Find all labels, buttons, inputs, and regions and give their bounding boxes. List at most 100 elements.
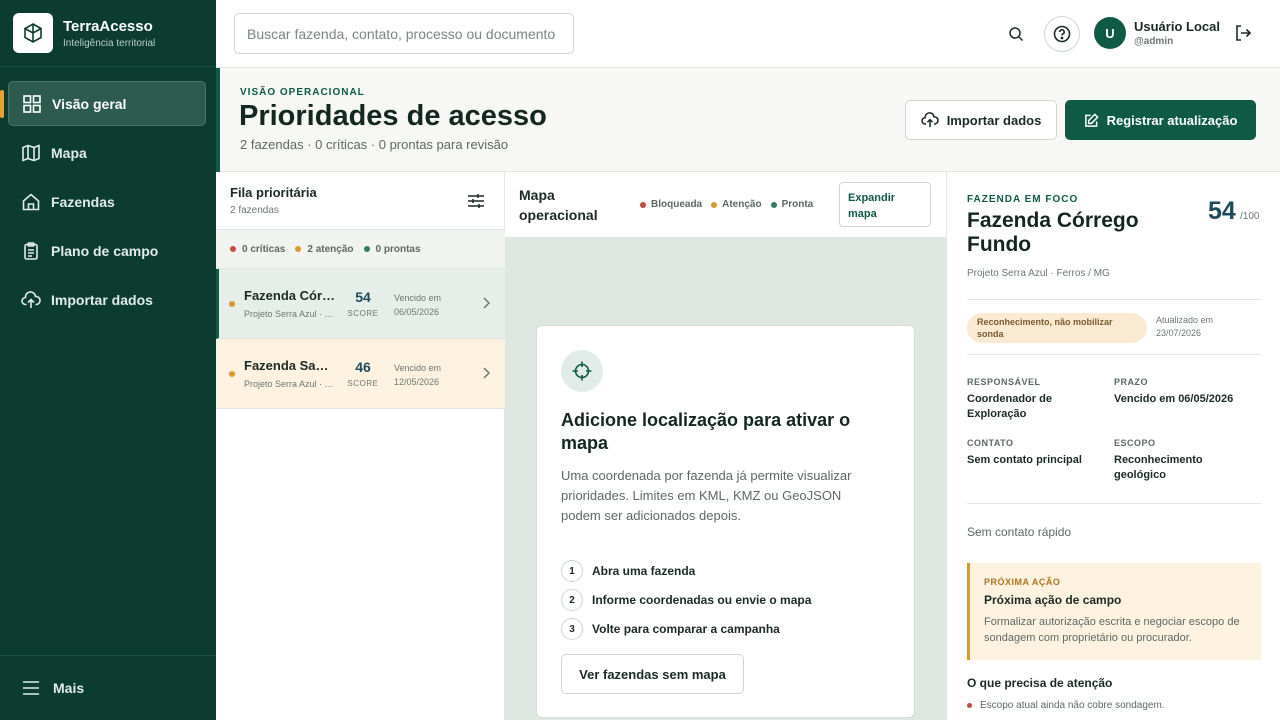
avatar[interactable]: U — [1094, 17, 1126, 49]
due-label: Vencido em — [394, 293, 442, 303]
next-action-title: Próxima ação de campo — [984, 593, 1122, 607]
contato-label: CONTATO — [967, 438, 1014, 448]
map-panel: Mapa operacional Bloqueada Atenção Pront… — [505, 172, 946, 720]
due-label: Vencido em — [394, 363, 442, 373]
status-dot — [967, 703, 972, 708]
detail-score: 54 — [1208, 197, 1236, 225]
status-dot — [295, 246, 302, 252]
farm-project: Projeto Serra Azul · Ferros / MG — [244, 309, 334, 319]
chevron-right-icon — [479, 296, 493, 310]
chevron-right-icon — [479, 366, 493, 380]
map-card-text: Uma coordenada por fazenda já permite vi… — [561, 468, 852, 523]
detail-score-max: /100 — [1240, 211, 1260, 222]
sidebar-item-label: Plano de campo — [51, 242, 159, 259]
list-item[interactable]: Fazenda Santa Rita Projeto Serra Azul · … — [216, 339, 505, 409]
clipboard-icon — [21, 241, 41, 261]
view-farms-without-map-button[interactable]: Ver fazendas sem mapa — [561, 654, 744, 694]
map-empty-card: Adicione localização para ativar o mapa … — [536, 325, 915, 718]
register-update-button[interactable]: Registrar atualização — [1065, 100, 1256, 140]
map-title: Mapa operacional — [519, 187, 598, 223]
detail-location: Projeto Serra Azul · Ferros / MG — [967, 268, 1110, 279]
sidebar-item-label: Fazendas — [51, 193, 115, 210]
cloud-upload-icon — [21, 290, 41, 310]
updated-label: Atualizado em — [1156, 315, 1214, 325]
farm-project: Projeto Serra Azul · Ferros / MG — [244, 379, 334, 389]
import-data-button[interactable]: Importar dados — [905, 100, 1057, 140]
user-name: Usuário Local — [1134, 19, 1220, 34]
page-header: VISÃO OPERACIONAL Prioridades de acesso … — [216, 68, 1280, 172]
import-data-label: Importar dados — [946, 112, 1042, 128]
legend-item-attention: Atenção — [711, 199, 762, 210]
responsavel-value: Coordenador de Exploração — [967, 393, 1052, 420]
divider — [967, 503, 1261, 504]
help-button[interactable] — [1044, 16, 1080, 52]
score-label: SCORE — [347, 309, 379, 318]
step-number: 1 — [561, 560, 583, 582]
status-dot — [230, 246, 236, 252]
sidebar-footer: Mais — [0, 655, 216, 720]
more-button[interactable]: Mais — [0, 656, 216, 720]
priority-queue: Fila prioritária 2 fazendas 0 críticas 2… — [216, 172, 505, 720]
attention-item: Escopo atual ainda não cobre sondagem. — [967, 700, 1165, 711]
legend-label: Atenção — [722, 199, 762, 210]
expand-map-button[interactable]: Expandir mapa — [839, 182, 931, 227]
divider — [967, 354, 1261, 355]
sidebar-item-label: Importar dados — [51, 291, 153, 308]
step-number: 3 — [561, 618, 583, 640]
stat-label: 2 atenção — [307, 243, 354, 255]
status-dot — [363, 246, 370, 252]
page-title: Prioridades de acesso — [239, 100, 547, 132]
legend-label: Pronta — [781, 199, 814, 210]
prazo-label: PRAZO — [1114, 377, 1148, 387]
stat-critical: 0 críticas — [230, 244, 285, 255]
list-item[interactable]: Fazenda Córrego Fundo Projeto Serra Azul… — [216, 269, 505, 339]
edit-icon — [1084, 112, 1099, 128]
more-label: Mais — [53, 680, 85, 696]
sidebar: TerraAcesso Inteligência territorial Vis… — [0, 0, 216, 720]
farm-name: Fazenda Córrego Fundo — [244, 288, 336, 303]
farm-due: Vencido em 12/05/2026 — [394, 361, 464, 389]
filter-icon[interactable] — [466, 191, 486, 211]
queue-count: 2 fazendas — [230, 205, 279, 216]
farm-due: Vencido em 06/05/2026 — [394, 291, 464, 319]
legend-dot — [640, 201, 646, 208]
sidebar-item-plano-de-campo[interactable]: Plano de campo — [8, 228, 206, 273]
search-input[interactable] — [234, 13, 574, 54]
legend-dot — [770, 201, 777, 208]
sidebar-item-label: Visão geral — [52, 95, 127, 112]
map-legend: Bloqueada Atenção Pronta — [640, 199, 822, 210]
stat-label: 0 críticas — [242, 243, 286, 255]
updated-date: 23/07/2026 — [1156, 328, 1202, 338]
prazo-value: Vencido em 06/05/2026 — [1114, 393, 1234, 405]
sidebar-item-importar-dados[interactable]: Importar dados — [8, 277, 206, 322]
logout-icon[interactable] — [1232, 22, 1254, 44]
quick-contact: Sem contato rápido — [967, 525, 1072, 539]
due-date: 12/05/2026 — [394, 377, 440, 387]
step-number: 2 — [561, 589, 583, 611]
next-action-text: Formalizar autorização escrita e negocia… — [984, 616, 1240, 644]
legend-dot — [711, 201, 718, 208]
stat-ready: 0 prontas — [363, 244, 421, 255]
step-label: Informe coordenadas ou envie o mapa — [592, 593, 812, 607]
sidebar-item-fazendas[interactable]: Fazendas — [8, 179, 206, 224]
sidebar-item-visao-geral[interactable]: Visão geral — [0, 81, 206, 126]
updated-info: Atualizado em 23/07/2026 — [1156, 314, 1246, 340]
responsavel-label: RESPONSÁVEL — [967, 377, 1041, 387]
step-label: Volte para comparar a campanha — [592, 622, 780, 636]
step-item: 2 Informe coordenadas ou envie o mapa — [561, 589, 811, 611]
step-item: 1 Abra uma fazenda — [561, 560, 695, 582]
next-action-card: PRÓXIMA AÇÃO Próxima ação de campo Forma… — [967, 563, 1261, 660]
brand[interactable]: TerraAcesso Inteligência territorial — [0, 0, 216, 67]
score-label: SCORE — [347, 379, 379, 388]
legend-item-blocked: Bloqueada — [640, 199, 702, 210]
search-icon[interactable] — [1004, 22, 1028, 46]
sidebar-item-mapa[interactable]: Mapa — [8, 130, 206, 175]
legend-item-ready: Pronta — [770, 199, 814, 210]
register-update-label: Registrar atualização — [1106, 112, 1238, 128]
brand-subtitle: Inteligência territorial — [63, 37, 156, 49]
step-label: Abra uma fazenda — [592, 564, 696, 578]
farm-score: 46 — [355, 359, 371, 375]
top-bar: U Usuário Local @admin — [216, 0, 1280, 68]
queue-title: Fila prioritária — [230, 185, 317, 200]
user-handle: @admin — [1134, 36, 1174, 47]
